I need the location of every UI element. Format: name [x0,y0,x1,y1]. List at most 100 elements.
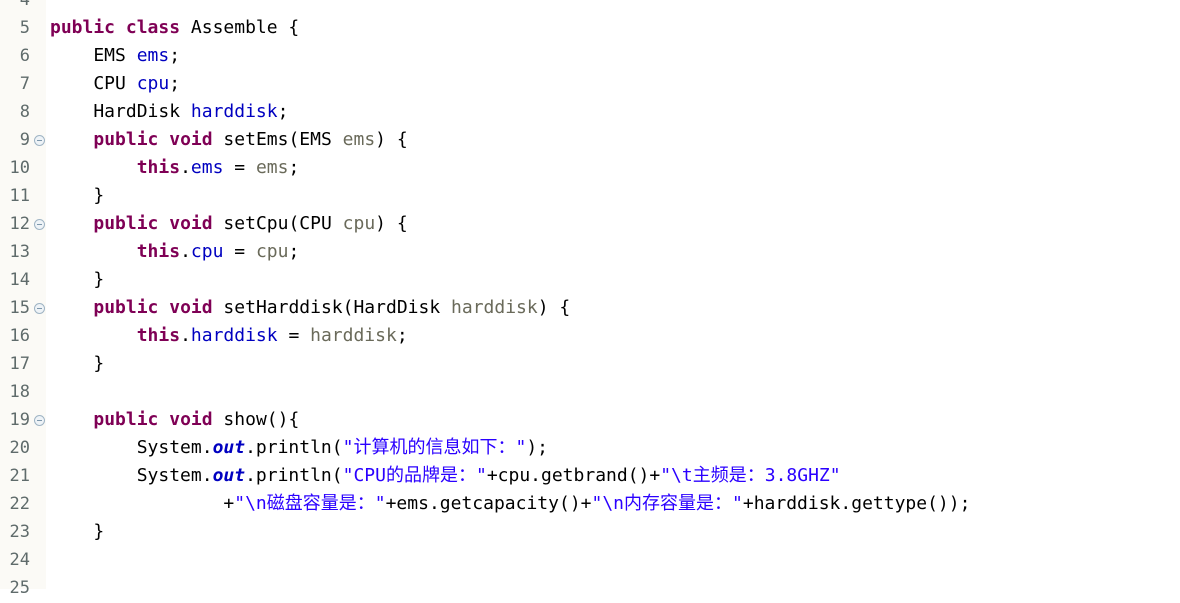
gutter-line[interactable]: 13 [0,238,46,266]
line-number: 5 [19,18,30,38]
fold-collapse-icon[interactable] [34,303,45,314]
code-line[interactable]: CPU cpu; [46,70,1180,98]
gutter-line[interactable]: 10 [0,154,46,182]
code-token-kw: void [169,409,213,430]
gutter-line[interactable]: 9 [0,126,46,154]
code-token-str: 主频是： [692,465,765,486]
line-number: 23 [9,522,30,542]
code-line[interactable]: this.harddisk = harddisk; [46,322,1180,350]
code-token-plain: ) { [537,297,571,318]
code-token-plain: setCpu(CPU [212,213,343,234]
gutter-line[interactable]: 21 [0,462,46,490]
gutter-line[interactable]: 18 [0,378,46,406]
gutter-line[interactable]: 19 [0,406,46,434]
code-token-kw: class [125,17,181,38]
code-line[interactable]: public void setCpu(CPU cpu) { [46,210,1180,238]
code-token-str: 计算机的信息如下： [353,437,516,458]
gutter-line[interactable]: 12 [0,210,46,238]
gutter-line[interactable]: 8 [0,98,46,126]
code-token-plain: ) { [375,213,408,234]
gutter-line[interactable]: 17 [0,350,46,378]
code-token-plain: } [50,185,105,206]
line-number: 11 [9,186,30,206]
gutter-line[interactable]: 11 [0,182,46,210]
code-line[interactable] [46,378,1180,406]
gutter-line[interactable]: 23 [0,518,46,546]
code-token-kw: public [93,213,159,234]
code-token-plain: EMS [50,45,137,66]
line-number: 14 [9,270,30,290]
code-line[interactable]: this.ems = ems; [46,154,1180,182]
gutter-line[interactable]: 24 [0,546,46,574]
code-line[interactable]: } [46,182,1180,210]
code-line[interactable]: public void setHarddisk(HardDisk harddis… [46,294,1180,322]
fold-collapse-icon[interactable] [34,219,45,230]
code-token-fld: harddisk [190,101,278,122]
gutter-line[interactable]: 14 [0,266,46,294]
gutter-line[interactable]: 25 [0,574,46,602]
code-token-kw: public [50,17,116,38]
code-token-plain: . [180,157,191,178]
code-token-kw: void [169,297,213,318]
code-token-par: ems [342,129,376,150]
code-line[interactable]: System.out.println("CPU的品牌是："+cpu.getbra… [46,462,1180,490]
code-token-kw: public [93,129,159,150]
code-token-plain: = [277,325,311,346]
code-line[interactable]: public class Assemble { [46,14,1180,42]
code-token-plain: CPU [50,73,137,94]
line-number: 24 [9,550,30,570]
gutter-line[interactable]: 20 [0,434,46,462]
code-line[interactable]: EMS ems; [46,42,1180,70]
code-token-str: " [732,493,743,514]
gutter-line[interactable]: 15 [0,294,46,322]
gutter-line[interactable]: 5 [0,14,46,42]
code-token-str: 3.8GHZ" [764,465,841,486]
code-token-plain: . [180,241,191,262]
code-line[interactable]: } [46,350,1180,378]
fold-collapse-icon[interactable] [34,415,45,426]
gutter-line[interactable]: 4 [0,0,46,14]
code-line[interactable] [46,0,1180,14]
line-number: 4 [19,0,30,10]
line-number: 20 [9,438,30,458]
gutter-line[interactable]: 22 [0,490,46,518]
code-token-kw: this [136,325,181,346]
code-editor[interactable]: 4 5 6 7 8 9 10 11 12 13 14 15 16 17 18 19 20 21 22 23 24 25 p… [0,0,1180,603]
code-line[interactable]: System.out.println("计算机的信息如下："); [46,434,1180,462]
code-token-kw: public [93,297,159,318]
gutter-line[interactable]: 7 [0,70,46,98]
gutter-line[interactable]: 6 [0,42,46,70]
code-token-plain: } [50,269,105,290]
code-line[interactable]: public void show(){ [46,406,1180,434]
code-token-plain: ); [526,437,548,458]
code-line[interactable]: public void setEms(EMS ems) { [46,126,1180,154]
line-number-gutter[interactable]: 4 5 6 7 8 9 10 11 12 13 14 15 16 17 18 19 20 21 22 23 24 25 [0,0,47,598]
code-token-stat: out [212,465,246,486]
gutter-line[interactable]: 16 [0,322,46,350]
code-token-plain: ; [169,45,181,66]
code-line[interactable]: } [46,266,1180,294]
fold-collapse-icon[interactable] [34,135,45,146]
code-token-kw: void [169,213,213,234]
line-number: 22 [9,494,30,514]
code-text-area[interactable]: public class Assemble { EMS ems; CPU cpu… [46,0,1180,589]
code-line[interactable]: +"\n磁盘容量是："+ems.getcapacity()+"\n内存容量是："… [46,490,1180,518]
code-token-plain: +harddisk.gettype()); [742,493,971,514]
code-line[interactable] [46,546,1180,574]
code-token-str: "CPU [342,465,386,486]
code-line[interactable]: } [46,518,1180,546]
code-line[interactable]: HardDisk harddisk; [46,98,1180,126]
code-line[interactable]: this.cpu = cpu; [46,238,1180,266]
line-number: 16 [9,326,30,346]
code-token-plain: HardDisk [50,101,191,122]
code-token-fld: harddisk [190,325,278,346]
code-line[interactable] [46,574,1180,602]
code-token-str: " [475,465,487,486]
